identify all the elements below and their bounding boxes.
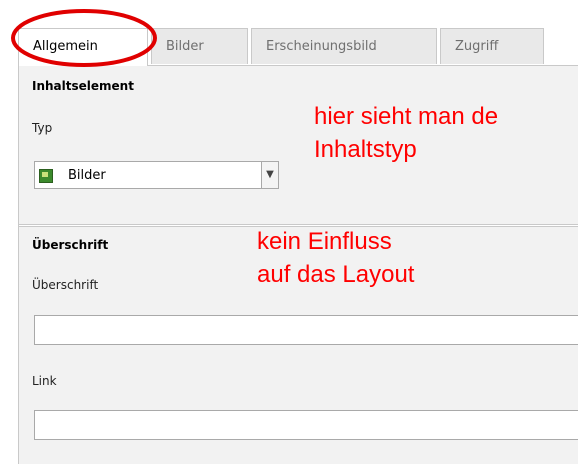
header-annotation-line-2: auf das Layout bbox=[257, 261, 415, 288]
header-heading: Überschrift bbox=[32, 238, 109, 252]
tab-zugriff[interactable]: Zugriff bbox=[440, 28, 544, 64]
tab-allgemein-label: Allgemein bbox=[33, 39, 98, 54]
header-annotation: kein Einfluss auf das Layout bbox=[257, 225, 414, 291]
tab-allgemein[interactable]: Allgemein bbox=[18, 28, 148, 66]
link-label: Link bbox=[32, 374, 57, 388]
tab-erscheinungsbild-label: Erscheinungsbild bbox=[266, 39, 377, 54]
image-icon bbox=[39, 169, 53, 183]
tab-bilder[interactable]: Bilder bbox=[151, 28, 248, 64]
content-element-editor: Allgemein Bilder Erscheinungsbild Zugrif… bbox=[0, 0, 578, 464]
type-select-value: Bilder bbox=[68, 168, 106, 183]
type-select[interactable]: Bilder ▼ bbox=[34, 161, 279, 189]
type-annotation-line-1: hier sieht man de bbox=[314, 103, 499, 130]
header-label: Überschrift bbox=[32, 278, 99, 292]
type-label: Typ bbox=[32, 121, 53, 135]
type-annotation: hier sieht man de Inhaltstyp bbox=[314, 100, 498, 166]
tab-bilder-label: Bilder bbox=[166, 39, 204, 54]
chevron-down-icon[interactable]: ▼ bbox=[261, 162, 278, 188]
link-input[interactable] bbox=[34, 410, 578, 440]
content-element-heading: Inhaltselement bbox=[32, 79, 134, 93]
type-annotation-line-2: Inhaltstyp bbox=[314, 136, 417, 163]
tab-zugriff-label: Zugriff bbox=[455, 39, 499, 54]
tab-erscheinungsbild[interactable]: Erscheinungsbild bbox=[251, 28, 437, 64]
header-input[interactable] bbox=[34, 315, 578, 345]
header-annotation-line-1: kein Einfluss bbox=[257, 228, 392, 255]
